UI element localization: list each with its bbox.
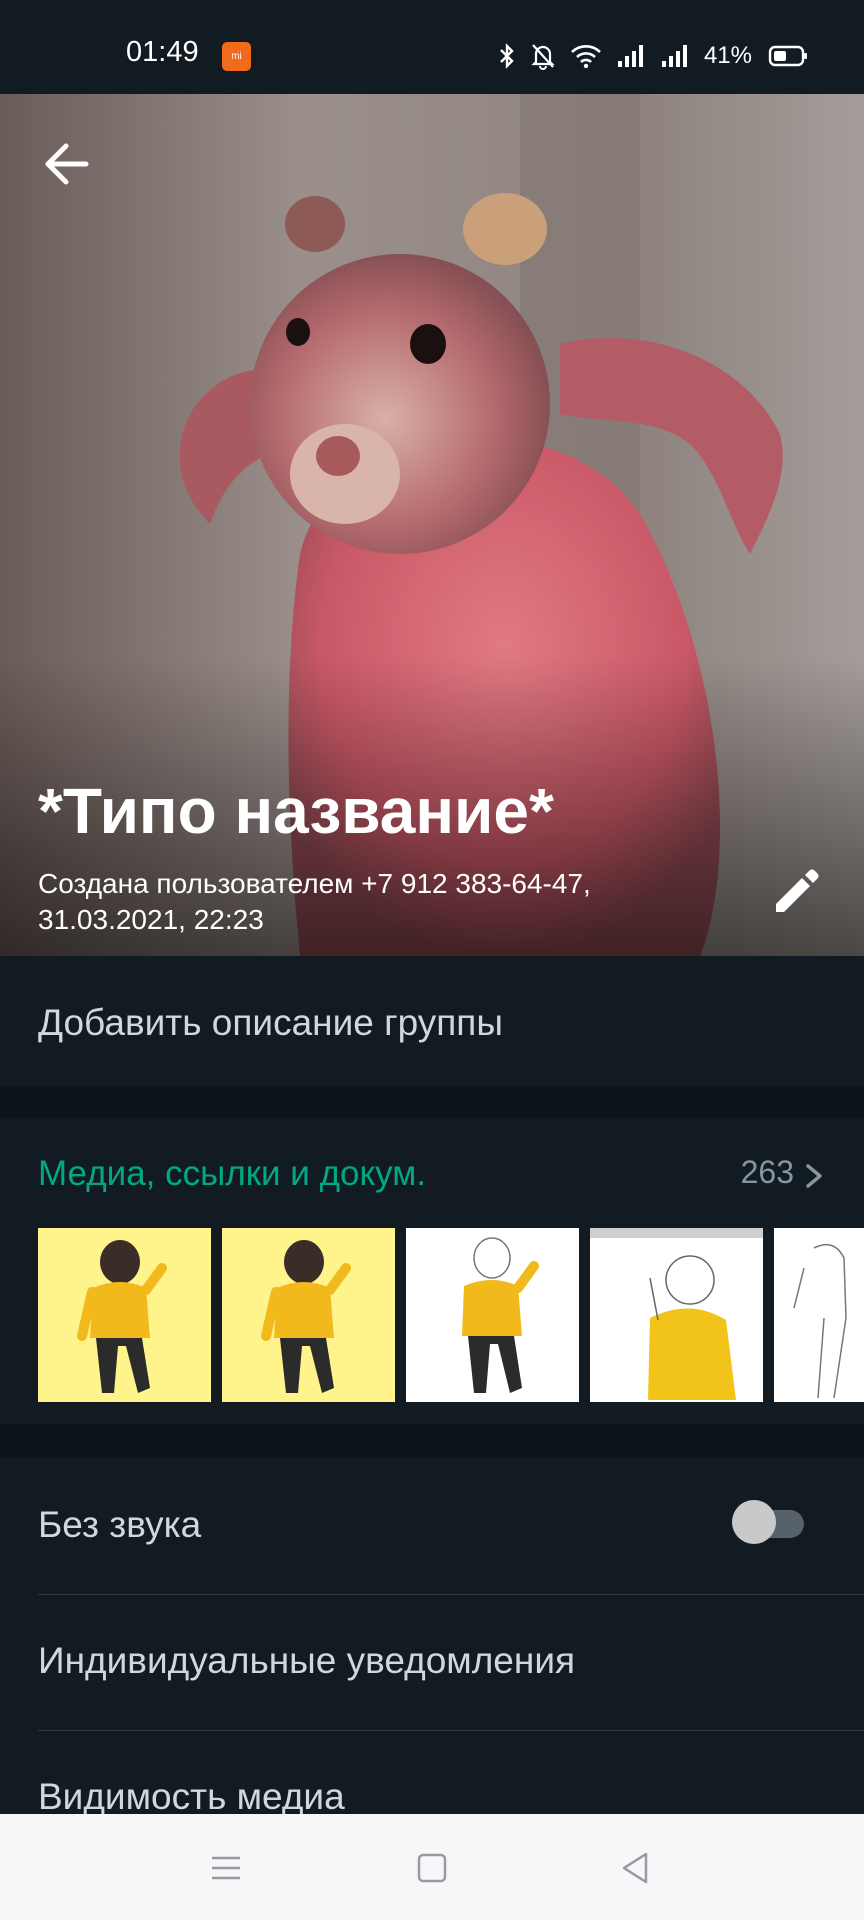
media-title: Медиа, ссылки и докум. xyxy=(38,1154,427,1193)
toggle-knob xyxy=(732,1500,776,1544)
signal-icon xyxy=(660,43,690,69)
chevron-right-icon xyxy=(806,1164,822,1188)
system-back-button[interactable] xyxy=(612,1844,660,1892)
edit-group-button[interactable] xyxy=(768,864,824,920)
status-bar: 01:49 mi 41% xyxy=(0,0,864,94)
media-thumbnail[interactable] xyxy=(406,1228,579,1402)
mute-label: Без звука xyxy=(38,1504,202,1545)
mi-notification-icon: mi xyxy=(222,42,251,71)
battery-percent: 41% xyxy=(703,42,752,69)
back-button[interactable] xyxy=(34,132,98,196)
signal-icon xyxy=(616,43,646,69)
group-photo[interactable]: *Типо название* Создана пользователем +7… xyxy=(0,94,864,956)
group-title: *Типо название* xyxy=(38,775,554,847)
status-time: 01:49 xyxy=(126,36,199,68)
home-square-icon xyxy=(417,1853,447,1883)
custom-notifications-label: Индивидуальные уведомления xyxy=(38,1640,576,1681)
mute-toggle[interactable] xyxy=(732,1500,808,1544)
mute-bell-icon xyxy=(530,42,556,70)
add-description-label: Добавить описание группы xyxy=(38,1002,503,1043)
add-description-row[interactable]: Добавить описание группы xyxy=(0,956,864,1086)
battery-icon xyxy=(768,44,808,68)
home-button[interactable] xyxy=(408,1844,456,1892)
menu-button[interactable] xyxy=(202,1844,250,1892)
wifi-icon xyxy=(570,43,602,69)
bluetooth-icon xyxy=(498,42,516,70)
pencil-icon xyxy=(776,869,819,912)
custom-notifications-row[interactable]: Индивидуальные уведомления xyxy=(38,1594,864,1731)
media-thumbnail[interactable] xyxy=(38,1228,211,1402)
media-section[interactable]: Медиа, ссылки и докум. 263 xyxy=(0,1118,864,1424)
group-created-info: Создана пользователем +7 912 383-64-47, … xyxy=(38,868,591,935)
media-thumbnail[interactable] xyxy=(222,1228,395,1402)
menu-icon xyxy=(212,1856,240,1880)
mute-row[interactable]: Без звука xyxy=(38,1458,864,1595)
status-icons: 41% xyxy=(498,40,808,72)
media-thumbnail[interactable] xyxy=(774,1228,864,1402)
section-divider xyxy=(0,1424,864,1458)
settings-list: Без звука Индивидуальные уведомления Вид… xyxy=(0,1458,864,1817)
media-thumbnails xyxy=(38,1228,864,1402)
media-count: 263 xyxy=(740,1154,794,1190)
media-thumbnail[interactable] xyxy=(590,1228,763,1402)
back-triangle-icon xyxy=(622,1852,648,1884)
media-visibility-label: Видимость медиа xyxy=(38,1776,345,1817)
system-nav-bar xyxy=(0,1814,864,1920)
section-divider xyxy=(0,1086,864,1118)
arrow-left-icon xyxy=(45,143,89,185)
